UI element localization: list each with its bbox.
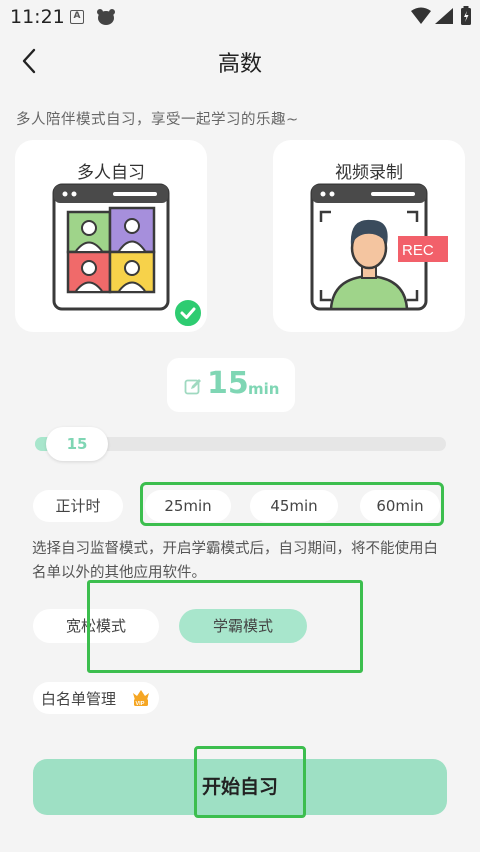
duration-slider-thumb[interactable]: 15 [46, 427, 108, 461]
selected-check-icon [173, 298, 203, 328]
mode-card-label: 视频录制 [335, 163, 403, 183]
page-title: 高数 [217, 52, 262, 77]
status-bar: 11:21 A [0, 0, 480, 34]
a-notification-icon: A [70, 10, 84, 24]
chevron-left-icon [22, 48, 36, 74]
duration-value: 15 [207, 366, 249, 401]
subtitle: 多人陪伴模式自习，享受一起学习的乐趣~ [16, 112, 299, 128]
signal-icon [435, 8, 453, 24]
wifi-icon [411, 7, 431, 24]
vip-badge-text: VIP [136, 701, 145, 707]
vip-crown-icon: VIP [133, 690, 149, 707]
annotation-box-presets [140, 482, 444, 526]
duration-display[interactable]: 15 min [167, 358, 295, 412]
whitelist-management-button[interactable]: 白名单管理 VIP [33, 682, 159, 714]
back-button[interactable] [16, 46, 44, 76]
status-time: 11:21 [10, 6, 65, 28]
rec-label: REC [402, 242, 434, 259]
video-grid-illustration [52, 183, 170, 311]
duration-unit: min [248, 380, 280, 398]
mode-card-group-study[interactable]: 多人自习 [15, 140, 207, 332]
supervision-description: 选择自习监督模式，开启学霸模式后，自习期间，将不能使用白名单以外的其他应用软件。 [32, 541, 438, 581]
mode-card-video-record[interactable]: 视频录制 REC [273, 140, 465, 332]
bear-app-icon [97, 9, 115, 25]
whitelist-label: 白名单管理 [41, 690, 117, 708]
annotation-box-modes [87, 580, 363, 673]
battery-icon [461, 6, 471, 25]
count-up-button[interactable]: 正计时 [33, 490, 123, 522]
video-record-illustration: REC [310, 183, 448, 311]
mode-card-label: 多人自习 [77, 163, 145, 183]
edit-icon [184, 379, 201, 395]
annotation-box-start [194, 746, 306, 818]
